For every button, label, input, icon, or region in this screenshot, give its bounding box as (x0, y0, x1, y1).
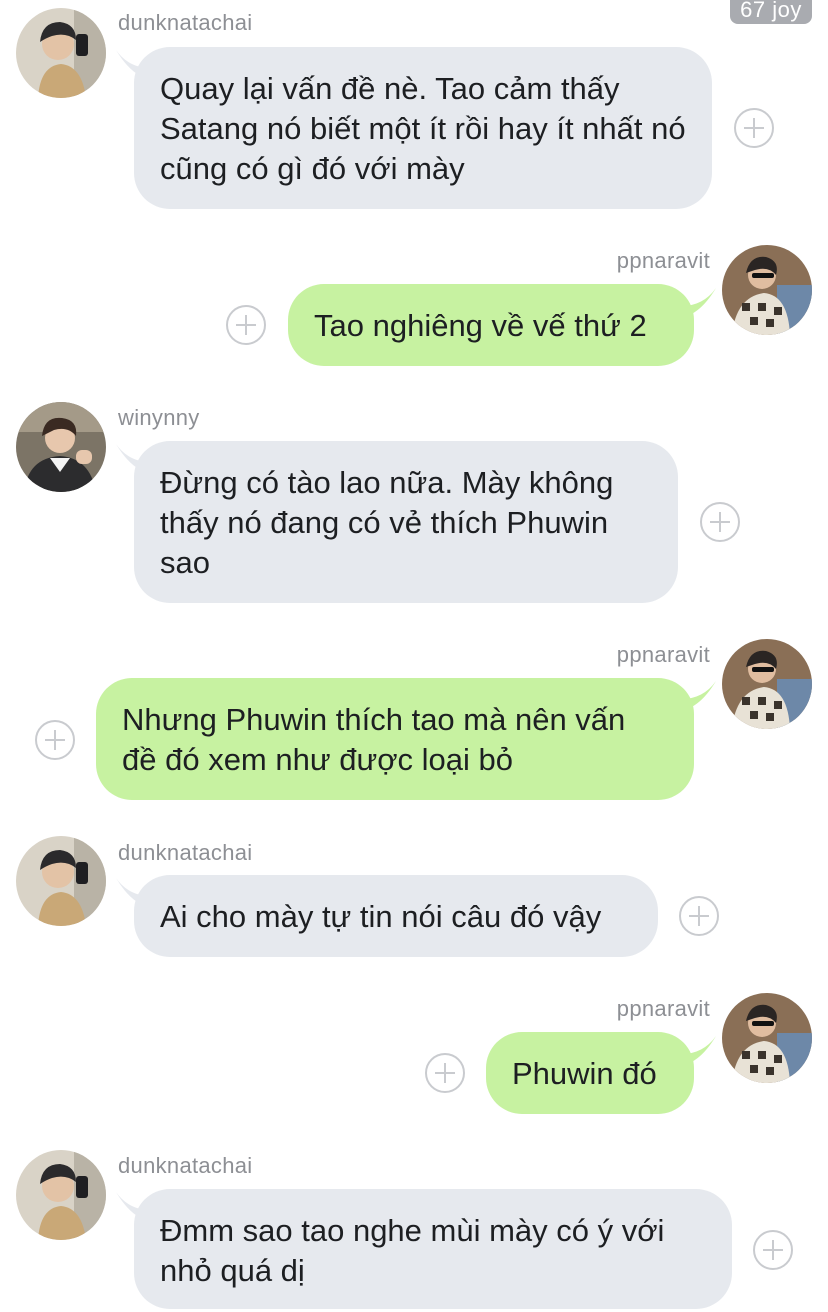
sender-name: ppnaravit (616, 248, 710, 273)
sender-name: winynny (118, 405, 200, 430)
message-bubble[interactable]: Đmm sao tao nghe mùi mày có ý với nhỏ qu… (134, 1189, 732, 1309)
avatar-image (722, 245, 812, 335)
avatar-image (16, 1150, 106, 1240)
add-reaction-button[interactable] (734, 108, 774, 148)
message-bubble[interactable]: Quay lại vấn đề nè. Tao cảm thấy Satang … (134, 47, 712, 209)
sender-name: dunknatachai (118, 840, 253, 865)
sender-name: dunknatachai (118, 1153, 253, 1178)
avatar[interactable] (722, 245, 812, 335)
message-row: dunknatachai Ai cho mày tự tin nói câu đ… (0, 830, 828, 965)
avatar[interactable] (16, 8, 106, 98)
add-reaction-button[interactable] (700, 502, 740, 542)
avatar-image (16, 836, 106, 926)
sender-name: ppnaravit (616, 996, 710, 1021)
message-row: ppnaravit Nhưng Phuwin thích tao mà nên … (0, 635, 828, 805)
message-row: winynny Đừng có tào lao nữa. Mày không t… (0, 395, 828, 610)
avatar[interactable] (16, 836, 106, 926)
add-reaction-button[interactable] (753, 1230, 793, 1270)
avatar[interactable] (722, 639, 812, 729)
avatar[interactable] (16, 1150, 106, 1240)
message-bubble[interactable]: Phuwin đó (486, 1032, 694, 1114)
message-row: ppnaravit Phuwin đó (0, 990, 828, 1120)
add-reaction-button[interactable] (35, 720, 75, 760)
message-bubble[interactable]: Nhưng Phuwin thích tao mà nên vấn đề đó … (96, 678, 694, 800)
message-bubble[interactable]: Ai cho mày tự tin nói câu đó vậy (134, 875, 658, 957)
avatar-image (16, 8, 106, 98)
sender-name: dunknatachai (118, 10, 253, 35)
avatar[interactable] (16, 402, 106, 492)
sender-name: ppnaravit (616, 642, 710, 667)
add-reaction-button[interactable] (226, 305, 266, 345)
message-bubble[interactable]: Đừng có tào lao nữa. Mày không thấy nó đ… (134, 441, 678, 603)
add-reaction-button[interactable] (425, 1053, 465, 1093)
message-row: ppnaravit Tao nghiêng về vế thứ 2 (0, 240, 828, 370)
message-row: dunknatachai Đmm sao tao nghe mùi mày có… (0, 1145, 828, 1312)
avatar[interactable] (722, 993, 812, 1083)
avatar-image (722, 639, 812, 729)
add-reaction-button[interactable] (679, 896, 719, 936)
chat-view: 67 joy dunknatachai Quay lại vấn đề nè. … (0, 0, 828, 1312)
message-bubble[interactable]: Tao nghiêng về vế thứ 2 (288, 284, 694, 366)
avatar-image (722, 993, 812, 1083)
message-row: dunknatachai Quay lại vấn đề nè. Tao cảm… (0, 0, 828, 220)
avatar-image (16, 402, 106, 492)
